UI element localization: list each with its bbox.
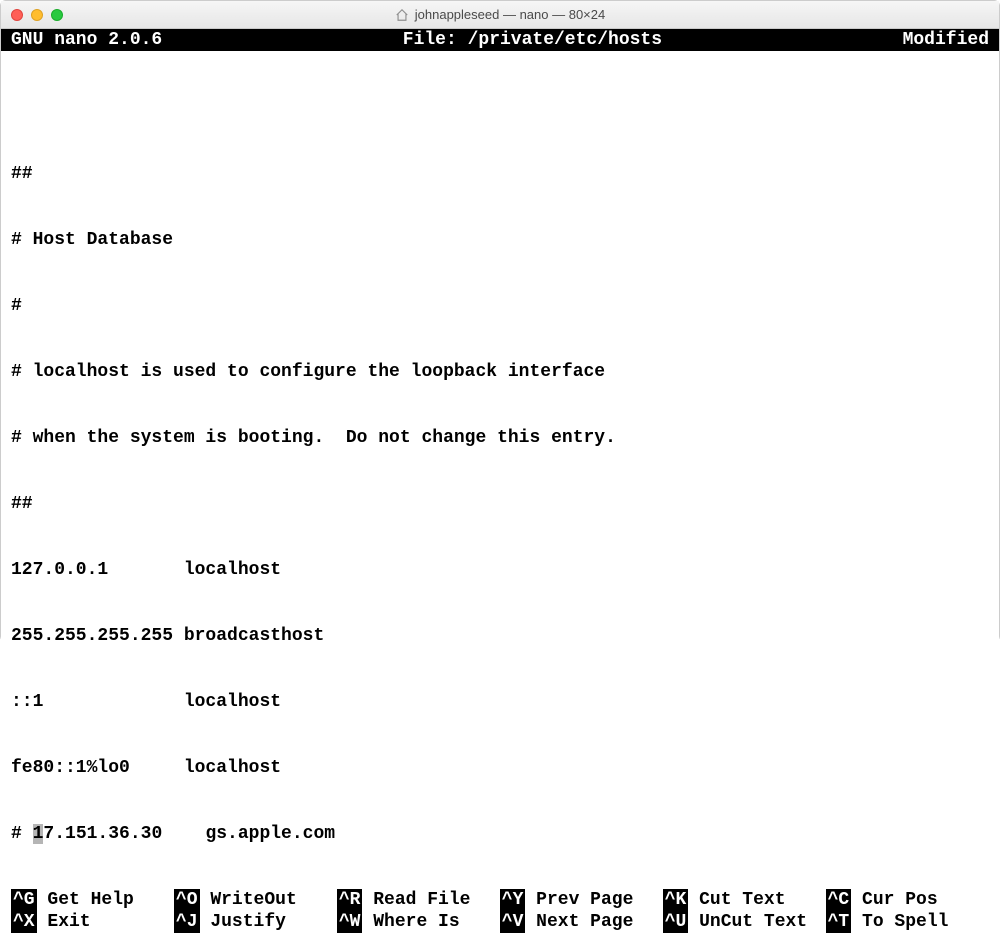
shortcut-key: ^U	[663, 911, 689, 933]
shortcut-get-help[interactable]: ^G Get Help	[11, 889, 174, 911]
shortcut-next-page[interactable]: ^V Next Page	[500, 911, 663, 933]
window-title: johnappleseed — nano — 80×24	[1, 7, 999, 22]
shortcut-key: ^K	[663, 889, 689, 911]
window-titlebar: johnappleseed — nano — 80×24	[1, 1, 999, 29]
editor-text: #	[11, 824, 33, 844]
maximize-window-button[interactable]	[51, 9, 63, 21]
shortcut-key: ^G	[11, 889, 37, 911]
shortcut-key: ^V	[500, 911, 526, 933]
nano-file-label: File: /private/etc/hosts	[162, 29, 902, 51]
editor-body[interactable]: ## # Host Database # # localhost is used…	[1, 51, 999, 889]
shortcut-label: Cur Pos	[862, 889, 938, 911]
editor-line: # localhost is used to configure the loo…	[11, 361, 989, 383]
shortcut-key: ^R	[337, 889, 363, 911]
editor-line: # when the system is booting. Do not cha…	[11, 427, 989, 449]
editor-line	[11, 97, 989, 119]
shortcut-label: WriteOut	[210, 889, 296, 911]
editor-line: fe80::1%lo0 localhost	[11, 757, 989, 779]
shortcut-key: ^Y	[500, 889, 526, 911]
shortcut-to-spell[interactable]: ^T To Spell	[826, 911, 989, 933]
shortcut-label: Exit	[47, 911, 90, 933]
shortcut-label: Prev Page	[536, 889, 633, 911]
nano-header: GNU nano 2.0.6 File: /private/etc/hosts …	[1, 29, 999, 51]
editor-line: 127.0.0.1 localhost	[11, 559, 989, 581]
shortcut-key: ^X	[11, 911, 37, 933]
shortcut-where-is[interactable]: ^W Where Is	[337, 911, 500, 933]
window-title-text: johnappleseed — nano — 80×24	[415, 7, 605, 22]
shortcut-label: To Spell	[862, 911, 948, 933]
shortcut-key: ^J	[174, 911, 200, 933]
shortcut-label: Read File	[373, 889, 470, 911]
shortcut-row: ^G Get Help ^O WriteOut ^R Read File ^Y Prev…	[11, 889, 989, 911]
editor-line: # Host Database	[11, 229, 989, 251]
minimize-window-button[interactable]	[31, 9, 43, 21]
nano-app-name: GNU nano 2.0.6	[11, 29, 162, 51]
shortcut-read-file[interactable]: ^R Read File	[337, 889, 500, 911]
shortcut-exit[interactable]: ^X Exit	[11, 911, 174, 933]
shortcut-key: ^T	[826, 911, 852, 933]
home-icon	[395, 8, 409, 22]
terminal[interactable]: GNU nano 2.0.6 File: /private/etc/hosts …	[1, 29, 999, 937]
shortcut-key: ^C	[826, 889, 852, 911]
close-window-button[interactable]	[11, 9, 23, 21]
shortcut-uncut-text[interactable]: ^U UnCut Text	[663, 911, 826, 933]
traffic-lights	[11, 9, 63, 21]
shortcut-label: Get Help	[47, 889, 133, 911]
shortcut-prev-page[interactable]: ^Y Prev Page	[500, 889, 663, 911]
editor-line: 255.255.255.255 broadcasthost	[11, 625, 989, 647]
editor-line: #	[11, 295, 989, 317]
shortcut-cut-text[interactable]: ^K Cut Text	[663, 889, 826, 911]
nano-shortcuts: ^G Get Help ^O WriteOut ^R Read File ^Y Prev…	[1, 889, 999, 937]
shortcut-justify[interactable]: ^J Justify	[174, 911, 337, 933]
editor-line: ##	[11, 493, 989, 515]
shortcut-label: UnCut Text	[699, 911, 807, 933]
shortcut-writeout[interactable]: ^O WriteOut	[174, 889, 337, 911]
editor-line: ##	[11, 163, 989, 185]
editor-text: 7.151.36.30 gs.apple.com	[43, 824, 335, 844]
editor-line: # 17.151.36.30 gs.apple.com	[11, 823, 989, 845]
shortcut-cur-pos[interactable]: ^C Cur Pos	[826, 889, 989, 911]
nano-status: Modified	[903, 29, 989, 51]
shortcut-key: ^W	[337, 911, 363, 933]
shortcut-label: Cut Text	[699, 889, 785, 911]
cursor: 1	[33, 824, 44, 844]
editor-line: ::1 localhost	[11, 691, 989, 713]
shortcut-label: Next Page	[536, 911, 633, 933]
shortcut-label: Justify	[210, 911, 286, 933]
shortcut-label: Where Is	[373, 911, 459, 933]
shortcut-key: ^O	[174, 889, 200, 911]
shortcut-row: ^XExit ^JJustify ^WWhere Is ^VNext Page …	[11, 911, 989, 933]
